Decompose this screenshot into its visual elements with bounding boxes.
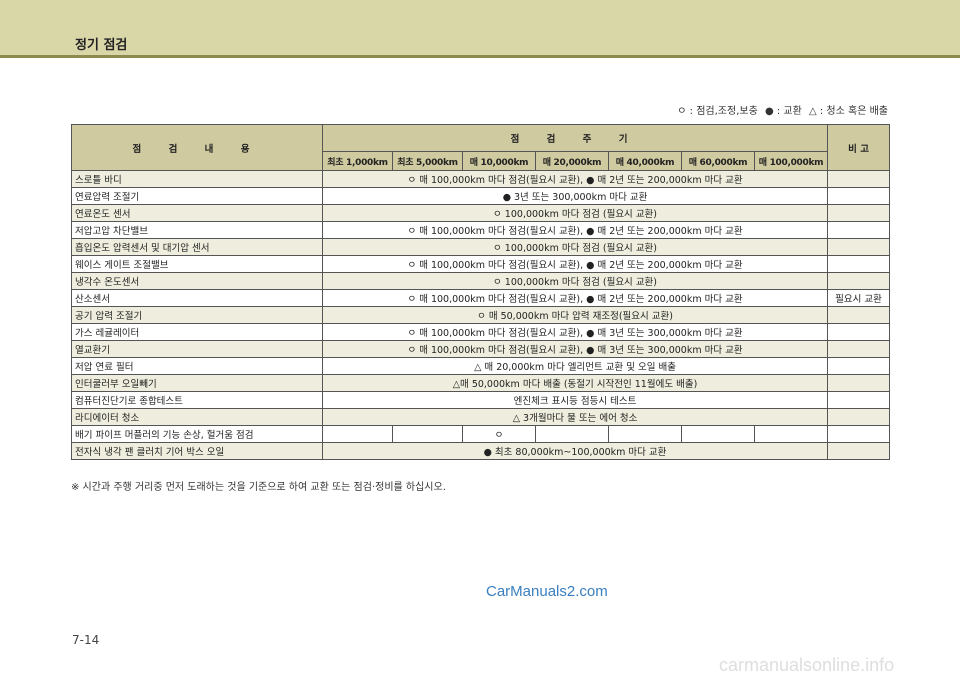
table-row: 냉각수 온도센서 ㅇ 100,000km 마다 점검 (필요시 교환) — [71, 272, 891, 290]
interval-cell — [322, 425, 393, 443]
interval-header: 최초 5,000km — [392, 151, 463, 171]
row-item: 연료온도 센서 — [71, 204, 323, 222]
table-row: 저압고압 차단밸브 ㅇ 매 100,000km 마다 점검(필요시 교환), ●… — [71, 221, 891, 239]
row-schedule: △매 50,000km 마다 배출 (동절기 시작전인 11월에도 배출) — [321, 374, 829, 392]
maintenance-table: 점 검 내 용 점 검 주 기 비 고 최초 1,000km 최초 5,000k… — [71, 124, 891, 460]
interval-header: 매 40,000km — [608, 151, 682, 171]
table-row: 연료압력 조절기 ● 3년 또는 300,000km 마다 교환 — [71, 187, 891, 205]
header-title: 정기 점검 — [75, 38, 128, 53]
row-note — [827, 323, 891, 341]
row-item: 배기 파이프 머플러의 기능 손상, 헐거움 점검 — [71, 425, 323, 443]
row-note — [827, 272, 891, 290]
table-row: 흡입온도 압력센서 및 대기압 센서 ㅇ 100,000km 마다 점검 (필요… — [71, 238, 891, 256]
row-schedule: ㅇ 매 100,000km 마다 점검(필요시 교환), ● 매 2년 또는 2… — [321, 221, 829, 239]
row-schedule: ㅇ 100,000km 마다 점검 (필요시 교환) — [321, 272, 829, 290]
row-item: 저압 연료 필터 — [71, 357, 323, 375]
table-row: 스로틀 바디 ㅇ 매 100,000km 마다 점검(필요시 교환), ● 매 … — [71, 170, 891, 188]
interval-header: 매 60,000km — [681, 151, 755, 171]
row-schedule: ㅇ 매 100,000km 마다 점검(필요시 교환), ● 매 3년 또는 3… — [321, 323, 829, 341]
row-schedule: △ 매 20,000km 마다 엘리먼트 교환 및 오일 배출 — [321, 357, 829, 375]
table-row: 전자식 냉각 팬 클러치 기어 박스 오일 ● 최초 80,000km~100,… — [71, 442, 891, 460]
legend-inspect: ㅇ : 점검,조정,보충 — [677, 106, 758, 117]
row-schedule: 엔진체크 표시등 점등시 테스트 — [321, 391, 829, 409]
row-note — [827, 408, 891, 426]
row-schedule: ㅇ 매 50,000km 마다 압력 재조정(필요시 교환) — [321, 306, 829, 324]
row-schedule: ● 3년 또는 300,000km 마다 교환 — [321, 187, 829, 205]
page-number: 7-14 — [72, 633, 100, 647]
table-row: 컴퓨터진단기로 종합테스트 엔진체크 표시등 점등시 테스트 — [71, 391, 891, 409]
row-note — [827, 255, 891, 273]
page-header: 정기 점검 — [0, 0, 960, 58]
interval-cell — [681, 425, 755, 443]
row-note — [827, 391, 891, 409]
table-row: 산소센서 ㅇ 매 100,000km 마다 점검(필요시 교환), ● 매 2년… — [71, 289, 891, 307]
legend-replace: ● : 교환 — [764, 106, 802, 117]
row-note — [827, 306, 891, 324]
row-note — [827, 187, 891, 205]
column-header-item: 점 검 내 용 — [71, 124, 323, 171]
footnote: ※ 시간과 주행 거리중 먼저 도래하는 것을 기준으로 하여 교환 또는 점검… — [71, 482, 446, 493]
table-row: 저압 연료 필터 △ 매 20,000km 마다 엘리먼트 교환 및 오일 배출 — [71, 357, 891, 375]
row-schedule: ㅇ 매 100,000km 마다 점검(필요시 교환), ● 매 2년 또는 2… — [321, 289, 829, 307]
row-note — [827, 374, 891, 392]
row-schedule: ● 최초 80,000km~100,000km 마다 교환 — [321, 442, 829, 460]
row-item: 웨이스 게이트 조절밸브 — [71, 255, 323, 273]
interval-header: 매 20,000km — [535, 151, 609, 171]
row-item: 인터쿨러부 오일빼기 — [71, 374, 323, 392]
row-schedule: ㅇ 매 100,000km 마다 점검(필요시 교환), ● 매 2년 또는 2… — [321, 170, 829, 188]
row-note: 필요시 교환 — [827, 289, 891, 307]
interval-cell: ㅇ — [462, 425, 536, 443]
table-row: 가스 레귤레이터 ㅇ 매 100,000km 마다 점검(필요시 교환), ● … — [71, 323, 891, 341]
interval-cell — [535, 425, 609, 443]
column-header-interval: 점 검 주 기 — [321, 124, 829, 152]
header-rule — [0, 55, 960, 58]
row-note — [827, 442, 891, 460]
table-row: 웨이스 게이트 조절밸브 ㅇ 매 100,000km 마다 점검(필요시 교환)… — [71, 255, 891, 273]
row-schedule: ㅇ 매 100,000km 마다 점검(필요시 교환), ● 매 2년 또는 2… — [321, 255, 829, 273]
watermark-link[interactable]: CarManuals2.com — [486, 583, 608, 600]
table-row: 열교환기 ㅇ 매 100,000km 마다 점검(필요시 교환), ● 매 3년… — [71, 340, 891, 358]
interval-cell — [392, 425, 463, 443]
table-row: 라디에이터 청소 △ 3개월마다 물 또는 에어 청소 — [71, 408, 891, 426]
row-schedule: △ 3개월마다 물 또는 에어 청소 — [321, 408, 829, 426]
row-note — [827, 170, 891, 188]
table-row: 공기 압력 조절기 ㅇ 매 50,000km 마다 압력 재조정(필요시 교환) — [71, 306, 891, 324]
interval-cell — [753, 425, 829, 443]
legend: ㅇ : 점검,조정,보충 ● : 교환 △ : 청소 혹은 배출 — [673, 102, 888, 117]
row-item: 열교환기 — [71, 340, 323, 358]
row-item: 공기 압력 조절기 — [71, 306, 323, 324]
row-item: 가스 레귤레이터 — [71, 323, 323, 341]
interval-cell — [608, 425, 682, 443]
row-item: 스로틀 바디 — [71, 170, 323, 188]
row-item: 컴퓨터진단기로 종합테스트 — [71, 391, 323, 409]
row-note — [827, 357, 891, 375]
table-row: 인터쿨러부 오일빼기 △매 50,000km 마다 배출 (동절기 시작전인 1… — [71, 374, 891, 392]
row-note — [827, 238, 891, 256]
row-schedule: ㅇ 매 100,000km 마다 점검(필요시 교환), ● 매 3년 또는 3… — [321, 340, 829, 358]
row-note — [827, 204, 891, 222]
row-note — [827, 221, 891, 239]
row-schedule: ㅇ 100,000km 마다 점검 (필요시 교환) — [321, 204, 829, 222]
site-watermark: carmanualsonline.info — [719, 655, 895, 675]
interval-header: 매 100,000km — [753, 151, 829, 171]
row-item: 산소센서 — [71, 289, 323, 307]
row-schedule: ㅇ 100,000km 마다 점검 (필요시 교환) — [321, 238, 829, 256]
row-item: 저압고압 차단밸브 — [71, 221, 323, 239]
interval-header: 매 10,000km — [462, 151, 536, 171]
interval-header: 최초 1,000km — [322, 151, 393, 171]
row-item: 냉각수 온도센서 — [71, 272, 323, 290]
row-note — [827, 340, 891, 358]
row-item: 전자식 냉각 팬 클러치 기어 박스 오일 — [71, 442, 323, 460]
row-item: 라디에이터 청소 — [71, 408, 323, 426]
legend-clean: △ : 청소 혹은 배출 — [809, 106, 888, 117]
row-item: 연료압력 조절기 — [71, 187, 323, 205]
table-row: 배기 파이프 머플러의 기능 손상, 헐거움 점검 ㅇ — [71, 425, 891, 443]
column-header-note: 비 고 — [827, 124, 891, 171]
row-item: 흡입온도 압력센서 및 대기압 센서 — [71, 238, 323, 256]
table-row: 연료온도 센서 ㅇ 100,000km 마다 점검 (필요시 교환) — [71, 204, 891, 222]
row-note — [827, 425, 891, 443]
